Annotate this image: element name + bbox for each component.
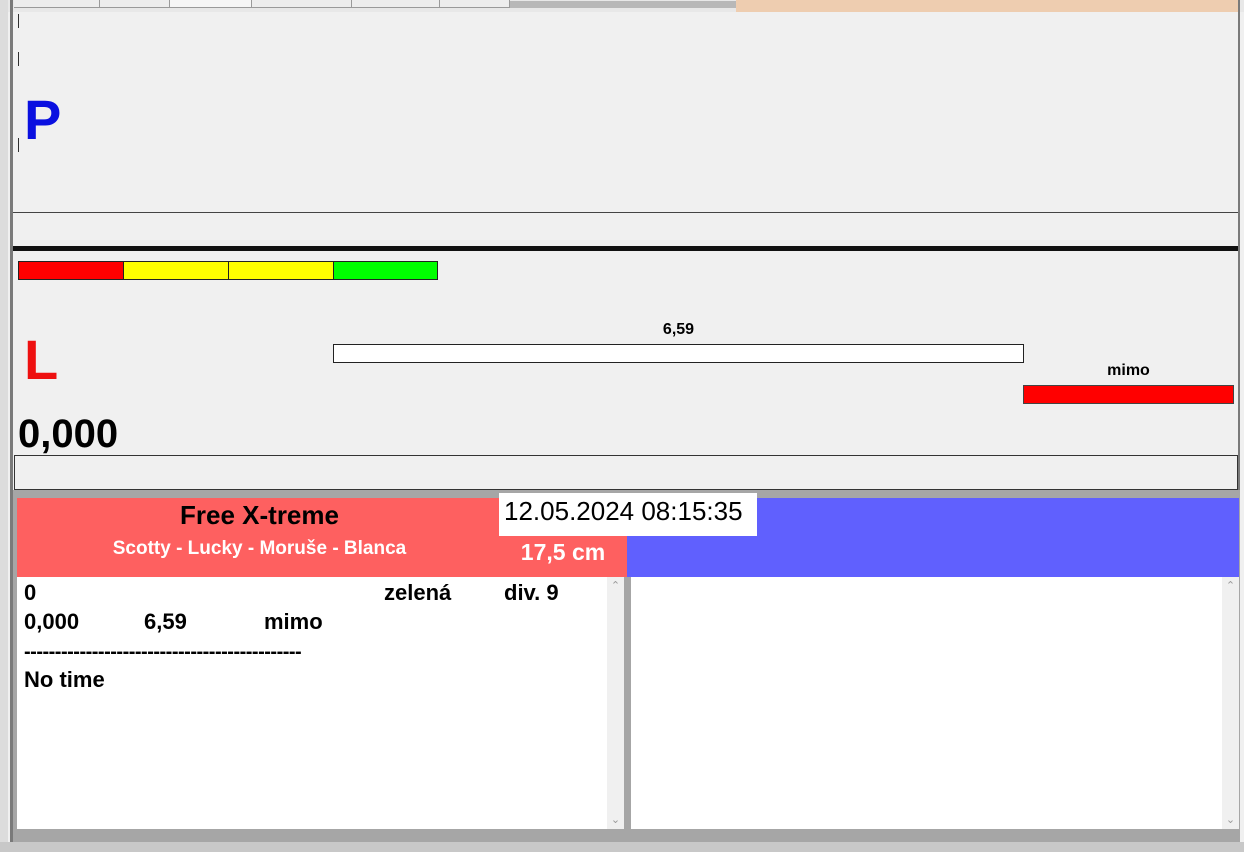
tab-2[interactable] — [100, 0, 170, 8]
height-value: 17,5 cm — [520, 539, 606, 565]
track-label: 6,59 — [662, 321, 695, 338]
log-line-1-c3: div. 9 — [504, 580, 559, 605]
tab-progress — [510, 1, 736, 8]
tab-5[interactable] — [352, 0, 440, 8]
bottom-edge — [0, 842, 1244, 852]
next-run-log[interactable] — [631, 577, 1222, 829]
marker-tick — [18, 14, 19, 28]
event-title: Free X-treme — [180, 500, 339, 530]
out-bar — [1023, 385, 1234, 404]
tab-6[interactable] — [440, 0, 510, 8]
measured-value: 0,000 — [18, 412, 119, 456]
lane-separator — [13, 246, 1238, 251]
signal-red — [18, 261, 124, 280]
tab-1[interactable] — [14, 0, 100, 8]
log-line-1-c1: 0 — [24, 580, 37, 605]
lane-p-label: P — [24, 88, 62, 151]
run-log-scrollbar[interactable]: ⌃ ⌄ — [607, 577, 624, 829]
tab-4[interactable] — [252, 0, 352, 8]
team-names: Scotty - Lucky - Moruše - Blanca — [112, 538, 407, 559]
chevron-up-icon[interactable]: ⌃ — [607, 579, 624, 593]
datetime-display: 12.05.2024 08:15:35 — [499, 493, 757, 536]
signal-green — [333, 261, 438, 280]
right-border — [1238, 0, 1240, 495]
run-log[interactable]: 0 zelená div. 9 0,000 6,59 mimo --------… — [17, 577, 607, 829]
status-strip — [736, 0, 1238, 12]
log-line-2-c1: 0,000 — [24, 609, 80, 634]
out-label: mimo — [1107, 362, 1150, 379]
chevron-down-icon[interactable]: ⌄ — [607, 813, 624, 827]
marker-tick — [18, 52, 19, 66]
tab-3[interactable] — [170, 0, 252, 8]
marker-tick — [18, 138, 19, 152]
log-line-2-c2: 6,59 — [144, 609, 187, 634]
log-separator: ----------------------------------------… — [24, 641, 302, 663]
chevron-down-icon[interactable]: ⌄ — [1222, 813, 1239, 827]
lane-footer-box — [14, 455, 1238, 490]
chevron-up-icon[interactable]: ⌃ — [1222, 579, 1239, 593]
log-line-1-c2: zelená — [384, 580, 452, 605]
signal-yellow-1 — [123, 261, 229, 280]
lane-divider — [13, 212, 1238, 213]
track-bar — [333, 344, 1024, 363]
lane-l-label: L — [24, 328, 59, 391]
next-run-log-scrollbar[interactable]: ⌃ ⌄ — [1222, 577, 1239, 829]
log-line-3: No time — [24, 667, 105, 692]
signal-yellow-2 — [228, 261, 334, 280]
window-edge — [0, 0, 8, 852]
log-line-2-c3: mimo — [264, 609, 323, 634]
